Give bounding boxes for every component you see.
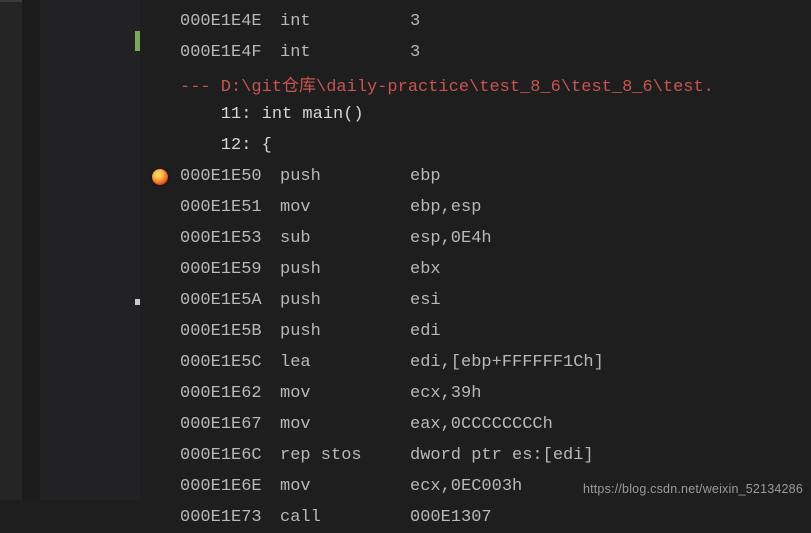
mnemonic: int bbox=[280, 43, 410, 62]
address: 000E1E5C bbox=[180, 353, 280, 372]
address: 000E1E4E bbox=[180, 12, 280, 31]
operands: dword ptr es:[edi] bbox=[410, 446, 594, 465]
operands: 3 bbox=[410, 43, 420, 62]
operands: eax,0CCCCCCCCh bbox=[410, 415, 553, 434]
source-line: 12: { bbox=[180, 136, 272, 155]
operands: ebp bbox=[410, 167, 441, 186]
disasm-row[interactable]: 000E1E53subesp,0E4h bbox=[140, 223, 811, 254]
mnemonic: push bbox=[280, 260, 410, 279]
address: 000E1E53 bbox=[180, 229, 280, 248]
disasm-row[interactable]: 11: int main() bbox=[140, 99, 811, 130]
disasm-row[interactable]: 000E1E5Bpushedi bbox=[140, 316, 811, 347]
disasm-row[interactable]: 000E1E6Crep stosdword ptr es:[edi] bbox=[140, 440, 811, 471]
address: 000E1E59 bbox=[180, 260, 280, 279]
mnemonic: push bbox=[280, 291, 410, 310]
gutter-cell[interactable] bbox=[140, 169, 180, 185]
disasm-row[interactable]: 000E1E73call000E1307 bbox=[140, 502, 811, 533]
operands: esi bbox=[410, 291, 441, 310]
mnemonic: push bbox=[280, 322, 410, 341]
disassembly-view[interactable]: 000E1E4Eint3000E1E4Fint3--- D:\git仓库\dai… bbox=[140, 0, 811, 500]
address: 000E1E6C bbox=[180, 446, 280, 465]
disasm-row[interactable]: 000E1E5Apushesi bbox=[140, 285, 811, 316]
operands: ebx bbox=[410, 260, 441, 279]
operands: ecx,0EC003h bbox=[410, 477, 522, 496]
mnemonic: int bbox=[280, 12, 410, 31]
disasm-row[interactable]: 000E1E59pushebx bbox=[140, 254, 811, 285]
breakpoint-icon[interactable] bbox=[152, 169, 168, 185]
source-line: 11: int main() bbox=[180, 105, 364, 124]
operands: esp,0E4h bbox=[410, 229, 492, 248]
disasm-row[interactable]: 000E1E51movebp,esp bbox=[140, 192, 811, 223]
mnemonic: mov bbox=[280, 198, 410, 217]
mnemonic: mov bbox=[280, 477, 410, 496]
mnemonic: push bbox=[280, 167, 410, 186]
source-path: --- D:\git仓库\daily-practice\test_8_6\tes… bbox=[180, 71, 714, 97]
disasm-row[interactable]: --- D:\git仓库\daily-practice\test_8_6\tes… bbox=[140, 68, 811, 99]
disasm-row[interactable]: 000E1E62movecx,39h bbox=[140, 378, 811, 409]
operands: ecx,39h bbox=[410, 384, 481, 403]
mnemonic: mov bbox=[280, 415, 410, 434]
address: 000E1E62 bbox=[180, 384, 280, 403]
operands: ebp,esp bbox=[410, 198, 481, 217]
mnemonic: sub bbox=[280, 229, 410, 248]
operands: 3 bbox=[410, 12, 420, 31]
watermark: https://blog.csdn.net/weixin_52134286 bbox=[583, 482, 803, 496]
address: 000E1E5A bbox=[180, 291, 280, 310]
disasm-row[interactable]: 000E1E4Fint3 bbox=[140, 37, 811, 68]
address: 000E1E50 bbox=[180, 167, 280, 186]
disasm-row[interactable]: 000E1E4Eint3 bbox=[140, 6, 811, 37]
address: 000E1E73 bbox=[180, 508, 280, 527]
address: 000E1E6E bbox=[180, 477, 280, 496]
operands: edi bbox=[410, 322, 441, 341]
operands: 000E1307 bbox=[410, 508, 492, 527]
address: 000E1E51 bbox=[180, 198, 280, 217]
operands: edi,[ebp+FFFFFF1Ch] bbox=[410, 353, 604, 372]
mnemonic: mov bbox=[280, 384, 410, 403]
address: 000E1E67 bbox=[180, 415, 280, 434]
disasm-row[interactable]: 000E1E5Cleaedi,[ebp+FFFFFF1Ch] bbox=[140, 347, 811, 378]
disasm-row[interactable]: 000E1E67moveax,0CCCCCCCCh bbox=[140, 409, 811, 440]
disasm-row[interactable]: 000E1E50pushebp bbox=[140, 161, 811, 192]
mnemonic: call bbox=[280, 508, 410, 527]
address: 000E1E5B bbox=[180, 322, 280, 341]
mnemonic: rep stos bbox=[280, 446, 410, 465]
outer-gutter bbox=[0, 0, 40, 500]
address: 000E1E4F bbox=[180, 43, 280, 62]
left-panel bbox=[40, 0, 140, 500]
folded-margin bbox=[22, 0, 40, 500]
mnemonic: lea bbox=[280, 353, 410, 372]
disasm-row[interactable]: 12: { bbox=[140, 130, 811, 161]
